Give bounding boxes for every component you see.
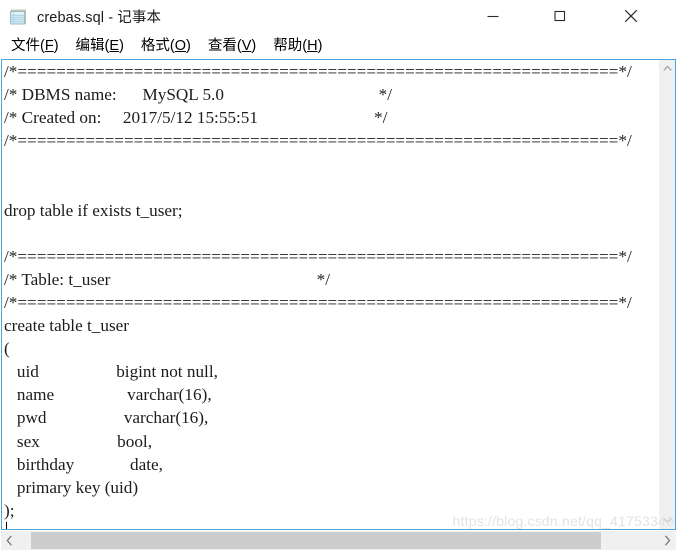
minimize-button[interactable] <box>470 0 516 31</box>
scroll-left-button[interactable] <box>1 531 18 550</box>
scroll-up-button[interactable] <box>659 60 675 77</box>
menu-label-file-tail: ) <box>53 37 59 54</box>
chevron-up-icon <box>662 65 672 71</box>
menu-label-edit-text: 编辑( <box>75 37 110 54</box>
chevron-right-icon <box>665 535 671 546</box>
maximize-button[interactable] <box>537 0 583 31</box>
vertical-scrollbar[interactable] <box>658 60 675 529</box>
title-bar[interactable]: crebas.sql - 记事本 <box>0 0 677 33</box>
notepad-icon <box>9 7 29 27</box>
window-title: crebas.sql - 记事本 <box>37 10 162 26</box>
chevron-down-icon <box>662 518 672 524</box>
menu-accel-help: H <box>307 37 318 54</box>
menu-label-file-text: 文件( <box>11 37 45 54</box>
menu-accel-format: O <box>174 37 187 54</box>
menu-item-format[interactable]: 格式(O) <box>141 37 191 55</box>
menu-label-help-text: 帮助( <box>273 37 308 54</box>
menu-label-help-tail: ) <box>317 37 323 54</box>
menu-accel-view: V <box>241 37 252 54</box>
minimize-icon <box>487 15 499 17</box>
menu-bar: 文件(F) 编辑(E) 格式(O) 查看(V) 帮助(H) <box>0 33 677 58</box>
menu-label-view-tail: ) <box>251 37 257 54</box>
menu-item-file[interactable]: 文件(F) <box>11 37 59 55</box>
menu-accel-edit: E <box>109 37 120 54</box>
menu-item-view[interactable]: 查看(V) <box>208 37 256 55</box>
text-editor-area[interactable]: /*======================================… <box>1 59 676 530</box>
editor-content[interactable]: /*======================================… <box>4 60 675 522</box>
menu-label-edit-tail: ) <box>119 37 124 54</box>
scroll-right-button[interactable] <box>659 531 676 550</box>
maximize-icon <box>554 10 566 21</box>
menu-label-view-text: 查看( <box>207 37 242 54</box>
menu-label-format-text: 格式( <box>140 37 175 54</box>
horizontal-scrollbar[interactable] <box>1 531 676 550</box>
menu-item-help[interactable]: 帮助(H) <box>273 37 322 55</box>
notepad-window: crebas.sql - 记事本 文件(F) 编辑(E) 格式(O) 查看(V)… <box>0 0 677 551</box>
scroll-down-button[interactable] <box>659 512 675 529</box>
text-caret <box>6 522 7 529</box>
close-button[interactable] <box>608 0 654 31</box>
menu-accel-file: F <box>44 37 54 54</box>
menu-item-edit[interactable]: 编辑(E) <box>76 37 124 55</box>
chevron-left-icon <box>6 535 12 546</box>
menu-label-format-tail: ) <box>186 37 191 54</box>
close-icon <box>624 9 638 22</box>
horizontal-scrollbar-thumb[interactable] <box>31 532 601 549</box>
